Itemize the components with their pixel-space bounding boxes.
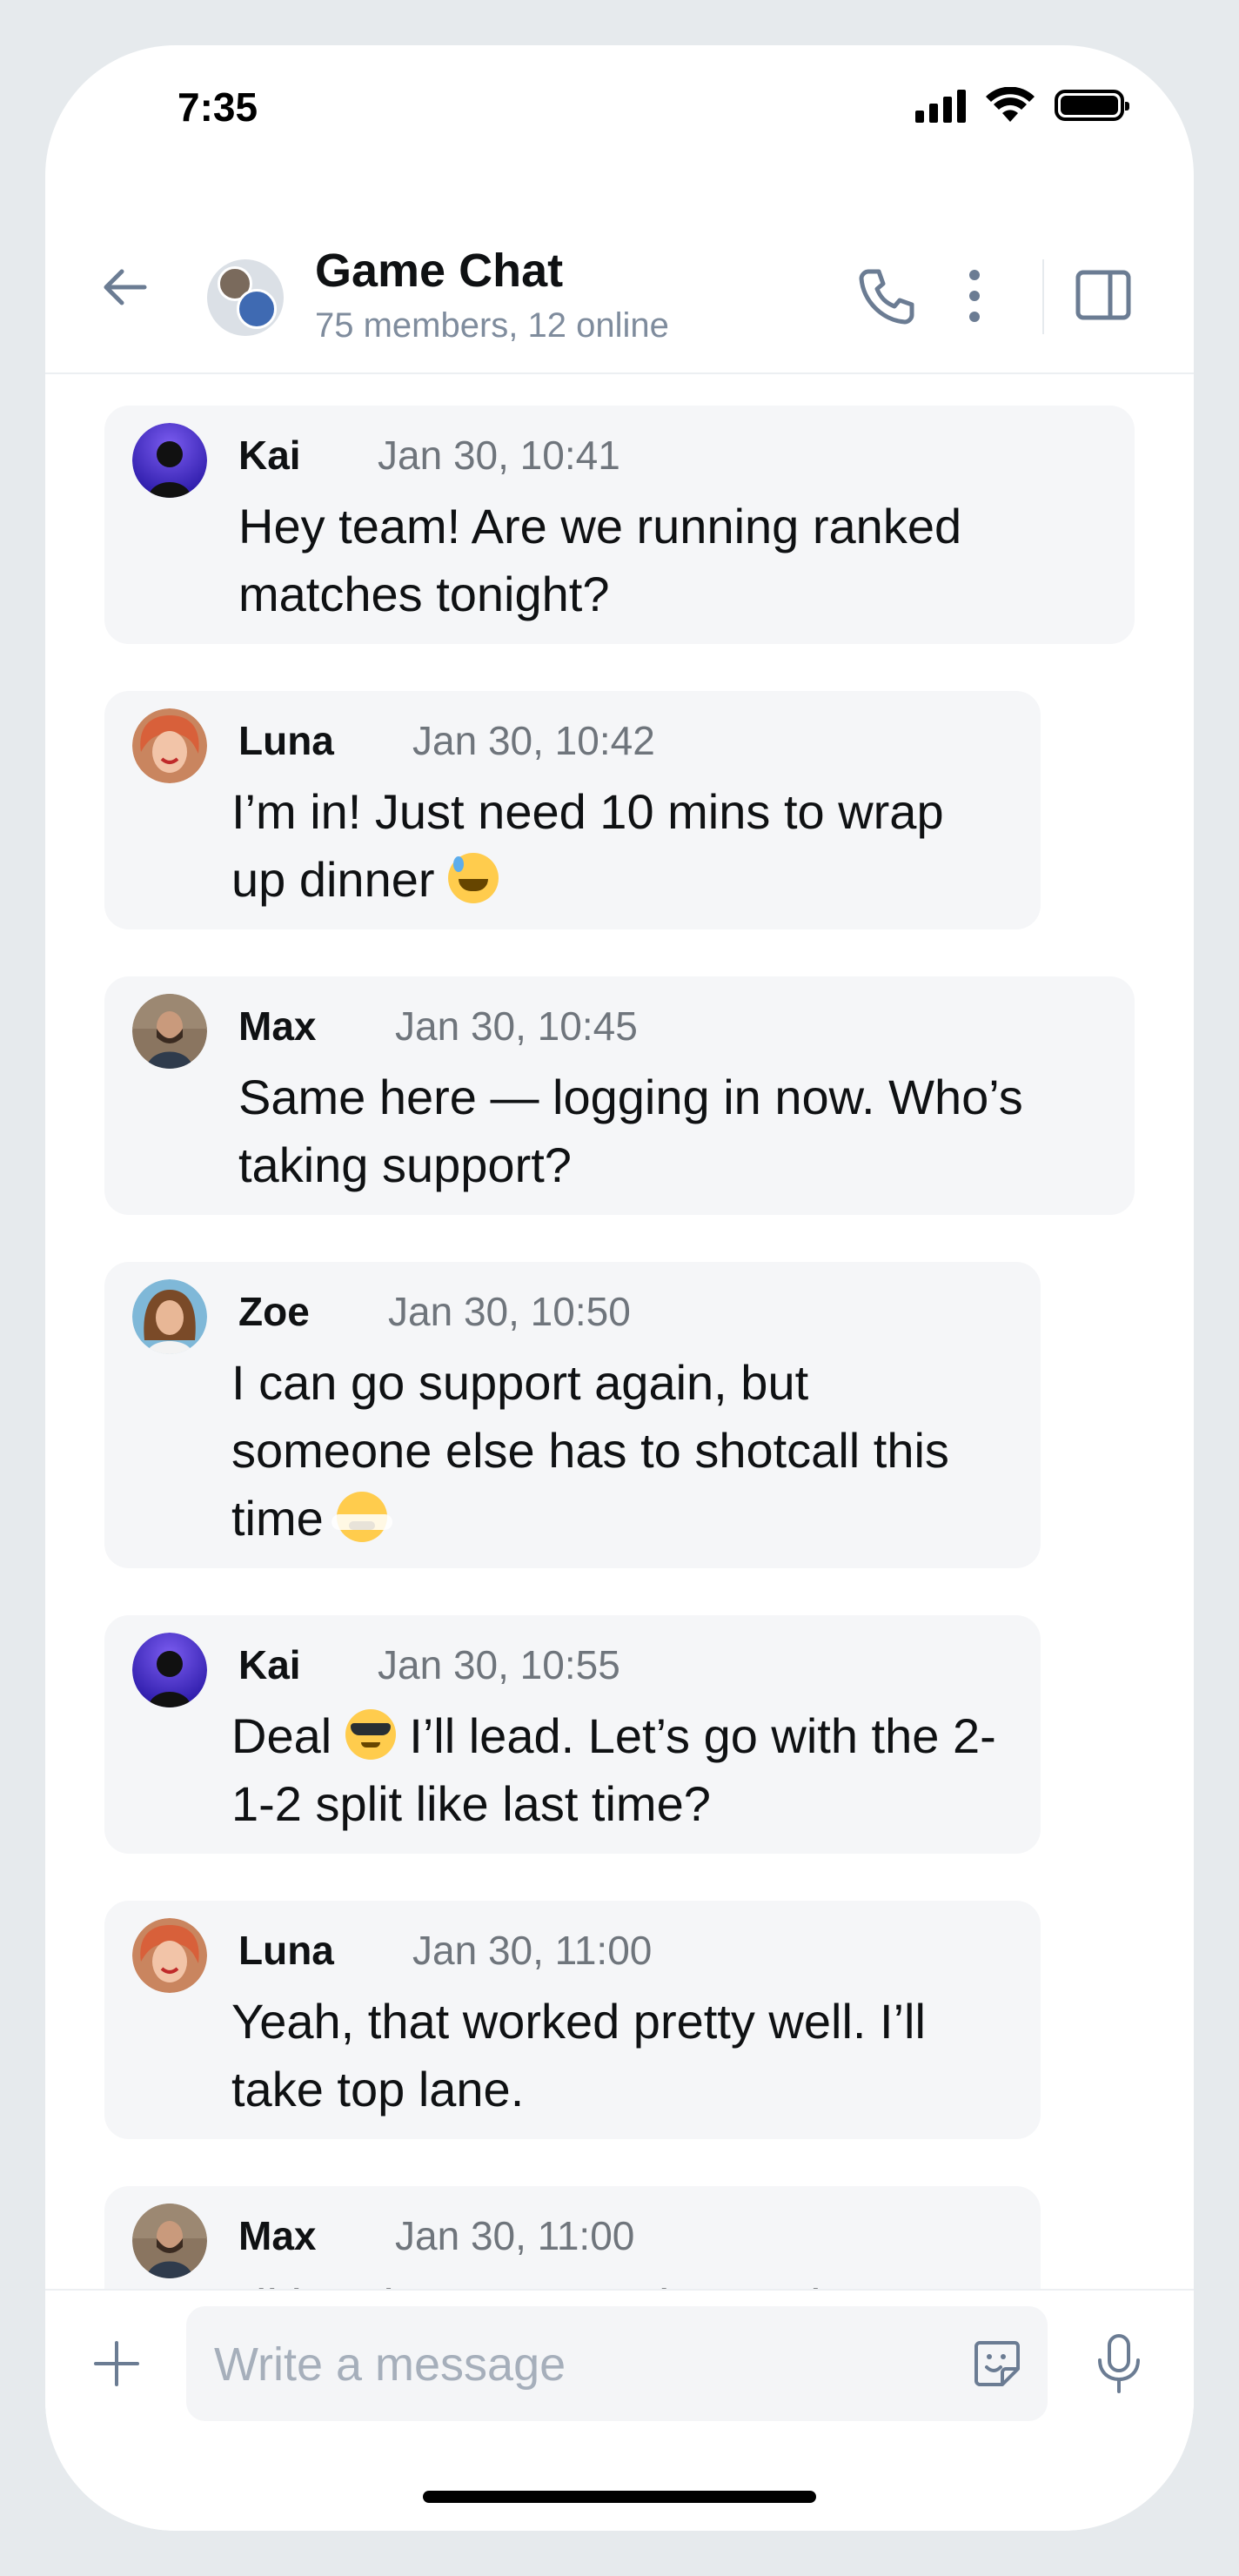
message-text-content: Deal [231,1708,332,1763]
luna-avatar[interactable] [132,1918,207,1993]
microphone-icon[interactable] [1095,2332,1143,2395]
message-timestamp: Jan 30, 10:42 [412,718,655,763]
status-icons [915,87,1129,124]
message-timestamp: Jan 30, 10:41 [378,433,620,478]
message-text: Hey team! Are we running ranked matches … [238,499,962,621]
message-author[interactable]: Luna [238,717,334,764]
message-item[interactable]: Luna Jan 30, 11:00 Yeah, that worked pre… [104,1901,1041,2139]
zoe-avatar[interactable] [132,1279,207,1354]
message-author[interactable]: Luna [238,1927,334,1974]
message-input-container[interactable] [186,2306,1048,2423]
phone-frame: 7:35 Game Chat 75 members, 12 online Kai… [0,0,1239,2576]
message-text: Same here — logging in now. Who’s taking… [238,1070,1023,1192]
message-item[interactable]: Luna Jan 30, 10:42 I’m in! Just need 10 … [104,691,1041,929]
message-text: I can go support again, but someone else… [231,1349,1006,1553]
group-avatar[interactable] [207,259,284,336]
message-text: I’m in! Just need 10 mins to wrap up din… [231,778,1006,914]
more-options-icon[interactable] [957,265,992,327]
kai-avatar[interactable] [132,1633,207,1707]
wifi-icon [986,87,1035,122]
message-item[interactable]: Kai Jan 30, 10:41 Hey team! Are we runni… [104,406,1135,644]
cellular-signal-icon [915,88,966,123]
back-arrow-icon[interactable] [97,259,153,315]
member-avatar [237,289,277,329]
sticker-icon[interactable] [971,2338,1023,2390]
chat-member-count: 75 members, 12 online [315,306,669,345]
sidebar-toggle-icon[interactable] [1075,270,1131,320]
message-composer [45,2289,1194,2531]
message-timestamp: Jan 30, 10:50 [388,1289,631,1334]
message-author[interactable]: Zoe [238,1288,310,1335]
message-text: Deal I’ll lead. Let’s go with the 2-1-2 … [231,1702,1006,1838]
message-text: Yeah, that worked pretty well. I’ll take… [231,1994,926,2116]
message-timestamp: Jan 30, 10:55 [378,1642,620,1687]
battery-icon [1055,90,1129,121]
grinning-sweat-emoji [448,853,499,903]
message-text-content: I’m in! Just need 10 mins to wrap up din… [231,784,944,907]
message-timestamp: Jan 30, 11:00 [412,1928,653,1973]
plus-icon[interactable] [90,2338,143,2390]
phone-call-icon[interactable] [856,265,919,327]
status-time: 7:35 [177,84,258,130]
chat-header: Game Chat 75 members, 12 online [45,198,1194,374]
message-author[interactable]: Max [238,1003,316,1050]
message-list[interactable]: Kai Jan 30, 10:41 Hey team! Are we runni… [45,374,1194,2289]
header-divider [1042,259,1044,334]
sunglasses-emoji [345,1709,396,1760]
message-item[interactable]: Zoe Jan 30, 10:50 I can go support again… [104,1262,1041,1568]
luna-avatar[interactable] [132,708,207,783]
message-author[interactable]: Kai [238,432,301,479]
message-timestamp: Jan 30, 11:00 [395,2213,635,2258]
message-item[interactable]: Max Jan 30, 10:45 Same here — logging in… [104,976,1135,1215]
message-input[interactable] [212,2306,929,2423]
steam-face-emoji [332,1492,393,1542]
max-avatar[interactable] [132,2204,207,2278]
message-timestamp: Jan 30, 10:45 [395,1003,638,1049]
message-item[interactable]: Max Jan 30, 11:00 I’ll jungle. Let’s get… [104,2186,1041,2289]
message-author[interactable]: Kai [238,1641,301,1688]
message-text: I’ll jungle. Let’s get that early [231,2273,1006,2289]
app-screen: 7:35 Game Chat 75 members, 12 online Kai… [45,45,1194,2531]
message-author[interactable]: Max [238,2212,316,2259]
message-item[interactable]: Kai Jan 30, 10:55 Deal I’ll lead. Let’s … [104,1615,1041,1854]
home-indicator [423,2491,816,2503]
max-avatar[interactable] [132,994,207,1069]
kai-avatar[interactable] [132,423,207,498]
chat-title[interactable]: Game Chat [315,244,563,298]
